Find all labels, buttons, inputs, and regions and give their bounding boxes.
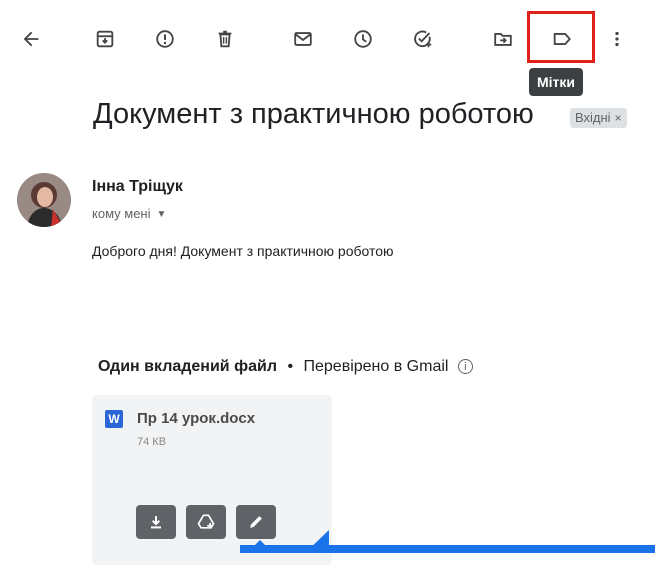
avatar-photo xyxy=(17,173,71,227)
attachments-header: Один вкладений файл • Перевірено в Gmail… xyxy=(98,358,473,376)
edit-icon xyxy=(250,516,262,528)
email-body: Доброго дня! Документ з практичною робот… xyxy=(92,243,394,259)
add-task-icon xyxy=(414,30,432,48)
word-doc-icon: W xyxy=(105,410,123,428)
add-task-button[interactable] xyxy=(406,22,440,56)
delete-button[interactable] xyxy=(208,22,242,56)
inbox-label-text: Вхідні xyxy=(575,110,611,125)
labels-button-highlight xyxy=(527,11,595,63)
move-to-button[interactable] xyxy=(486,22,520,56)
move-to-folder-icon xyxy=(494,33,512,46)
recipient-text: кому мені xyxy=(92,206,151,221)
info-icon[interactable]: i xyxy=(457,359,473,374)
report-spam-icon xyxy=(156,30,174,48)
clock-icon xyxy=(354,30,372,48)
separator-dot: • xyxy=(287,358,294,375)
more-options-button[interactable] xyxy=(600,22,634,56)
decorative-bar xyxy=(240,545,655,553)
recipient-details-toggle[interactable]: кому мені ▼ xyxy=(92,206,166,221)
back-button[interactable] xyxy=(14,22,48,56)
attachment-card[interactable]: W Пр 14 урок.docx 74 КВ xyxy=(92,395,332,565)
labels-tooltip: Мітки xyxy=(529,68,584,96)
attachments-count: Один вкладений файл xyxy=(98,358,277,375)
add-to-drive-icon xyxy=(197,514,215,529)
attachment-file-size: 74 КВ xyxy=(137,436,167,448)
email-subject: Документ з практичною роботою xyxy=(93,98,534,130)
back-arrow-icon xyxy=(23,31,39,47)
download-button[interactable] xyxy=(136,505,176,539)
trash-icon xyxy=(218,30,232,48)
scan-status: Перевірено в Gmail xyxy=(303,358,449,375)
mail-icon xyxy=(294,32,312,46)
report-spam-button[interactable] xyxy=(148,22,182,56)
mark-unread-button[interactable] xyxy=(286,22,320,56)
archive-button[interactable] xyxy=(88,22,122,56)
sender-avatar[interactable] xyxy=(17,173,71,227)
remove-label-icon[interactable]: × xyxy=(615,111,622,125)
attachment-file-name: Пр 14 урок.docx xyxy=(137,410,256,427)
inbox-label-chip[interactable]: Вхідні × xyxy=(570,108,627,128)
download-icon xyxy=(151,516,161,529)
edit-button[interactable] xyxy=(236,505,276,539)
sender-name: Інна Тріщук xyxy=(92,178,183,195)
add-to-drive-button[interactable] xyxy=(186,505,226,539)
snooze-button[interactable] xyxy=(346,22,380,56)
archive-icon xyxy=(96,30,114,48)
more-vert-icon xyxy=(615,31,619,47)
caret-down-icon: ▼ xyxy=(156,209,167,220)
